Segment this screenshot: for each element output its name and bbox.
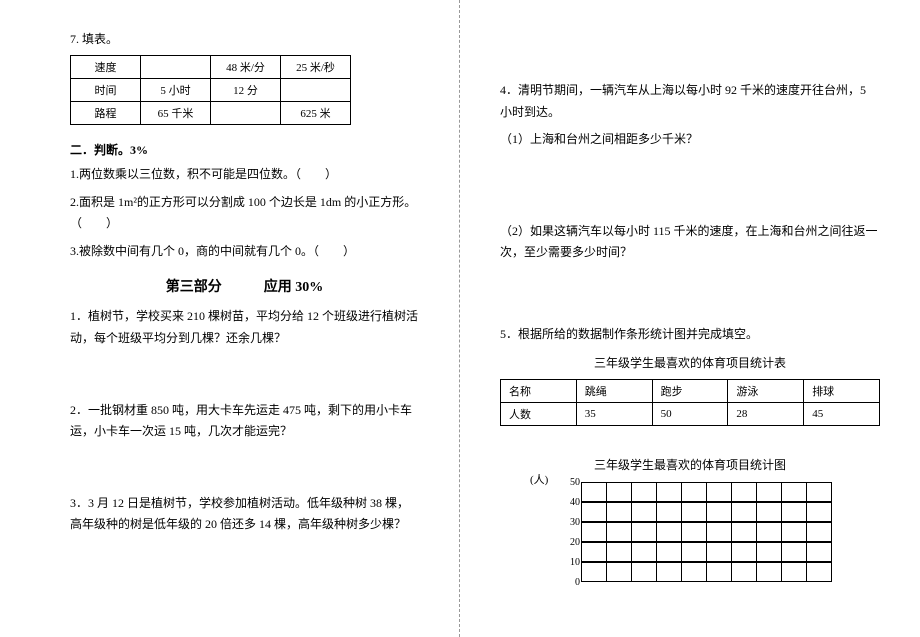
stats-table: 名称 跳绳 跑步 游泳 排球 人数 35 50 28 45 <box>500 379 880 426</box>
cell: 排球 <box>804 379 880 402</box>
table-row: 速度 48 米/分 25 米/秒 <box>71 56 351 79</box>
cell: 名称 <box>501 379 577 402</box>
cell: 65 千米 <box>141 102 211 125</box>
chart-wrap: (人) 50 40 30 20 10 0 <box>540 483 880 623</box>
table-row: 时间 5 小时 12 分 <box>71 79 351 102</box>
q5-intro: 5．根据所给的数据制作条形统计图并完成填空。 <box>500 324 880 346</box>
question-1: 1．植树节，学校买来 210 棵树苗，平均分给 12 个班级进行植树活动，每个班… <box>70 306 419 349</box>
cell: 25 米/秒 <box>281 56 351 79</box>
cell: 路程 <box>71 102 141 125</box>
cell: 跑步 <box>652 379 728 402</box>
question-2: 2．一批钢材重 850 吨，用大卡车先运走 475 吨，剩下的用小卡车运，小卡车… <box>70 400 419 443</box>
cell: 跳绳 <box>576 379 652 402</box>
judge-item: 1.两位数乘以三位数，积不可能是四位数。（ ） <box>70 164 419 186</box>
cell: 625 米 <box>281 102 351 125</box>
table-row: 人数 35 50 28 45 <box>501 402 880 425</box>
q7-table: 速度 48 米/分 25 米/秒 时间 5 小时 12 分 路程 65 千米 6… <box>70 55 351 125</box>
judge-item: 2.面积是 1m²的正方形可以分割成 100 个边长是 1dm 的小正方形。（ … <box>70 192 419 235</box>
cell: 48 米/分 <box>211 56 281 79</box>
table-row: 名称 跳绳 跑步 游泳 排球 <box>501 379 880 402</box>
y-tick: 10 <box>562 553 580 573</box>
cell: 12 分 <box>211 79 281 102</box>
cell: 游泳 <box>728 379 804 402</box>
y-axis: 50 40 30 20 10 0 <box>562 483 580 603</box>
y-axis-unit: (人) <box>530 471 548 487</box>
left-column: 7. 填表。 速度 48 米/分 25 米/秒 时间 5 小时 12 分 路程 … <box>0 0 460 637</box>
y-tick: 0 <box>562 573 580 593</box>
chart-area: 三年级学生最喜欢的体育项目统计图 (人) 50 40 30 20 10 0 <box>500 456 880 623</box>
q7-title: 7. 填表。 <box>70 30 419 47</box>
cell: 人数 <box>501 402 577 425</box>
y-tick: 40 <box>562 493 580 513</box>
cell: 速度 <box>71 56 141 79</box>
cell: 28 <box>728 402 804 425</box>
section2-title: 二．判断。3% <box>70 141 419 158</box>
q4-part1: （1）上海和台州之间相距多少千米？ <box>500 129 880 151</box>
q4-part2: （2）如果这辆汽车以每小时 115 千米的速度，在上海和台州之间往返一次，至少需… <box>500 221 880 264</box>
table-row: 路程 65 千米 625 米 <box>71 102 351 125</box>
right-column: 4．清明节期间，一辆汽车从上海以每小时 92 千米的速度开往台州，5 小时到达。… <box>460 0 920 637</box>
cell: 5 小时 <box>141 79 211 102</box>
cell <box>141 56 211 79</box>
y-tick: 20 <box>562 533 580 553</box>
part3-title: 第三部分 应用 30% <box>70 276 419 296</box>
y-tick: 50 <box>562 473 580 493</box>
cell <box>211 102 281 125</box>
y-tick: 30 <box>562 513 580 533</box>
chart-grid <box>582 483 842 583</box>
cell: 50 <box>652 402 728 425</box>
cell <box>281 79 351 102</box>
judge-item: 3.被除数中间有几个 0，商的中间就有几个 0。（ ） <box>70 241 419 263</box>
cell: 35 <box>576 402 652 425</box>
stats-table-title: 三年级学生最喜欢的体育项目统计表 <box>500 354 880 371</box>
cell: 时间 <box>71 79 141 102</box>
chart-title: 三年级学生最喜欢的体育项目统计图 <box>500 456 880 473</box>
q4-intro: 4．清明节期间，一辆汽车从上海以每小时 92 千米的速度开往台州，5 小时到达。 <box>500 80 880 123</box>
cell: 45 <box>804 402 880 425</box>
question-3: 3．3 月 12 日是植树节，学校参加植树活动。低年级种树 38 棵，高年级种的… <box>70 493 419 536</box>
